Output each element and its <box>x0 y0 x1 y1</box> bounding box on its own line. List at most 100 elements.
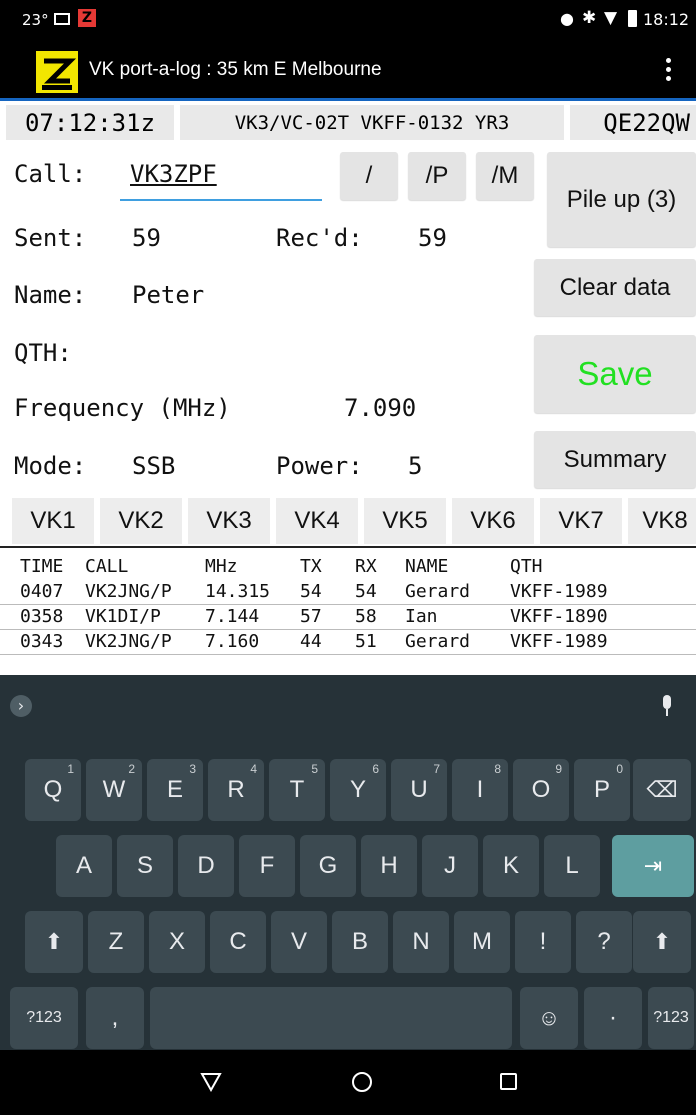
tab-vk4[interactable]: VK4 <box>276 498 358 544</box>
key-r[interactable]: R4 <box>208 759 264 821</box>
temperature: 23° <box>22 11 49 29</box>
name-value[interactable]: Peter <box>132 281 204 309</box>
key-hint: 9 <box>555 762 562 776</box>
key-j[interactable]: J <box>422 835 478 897</box>
tab-vk3[interactable]: VK3 <box>188 498 270 544</box>
key-hint: 1 <box>67 762 74 776</box>
key-z[interactable]: Z <box>88 911 144 973</box>
tab-vk6[interactable]: VK6 <box>452 498 534 544</box>
suffix-portable-button[interactable]: /P <box>408 152 466 200</box>
sent-value[interactable]: 59 <box>132 224 161 252</box>
status-bar: 23° Z ● ✱ ▼ 18:12 <box>0 0 696 40</box>
log-cell-tx: 54 <box>300 581 322 602</box>
suffix-mobile-button[interactable]: /M <box>476 152 534 200</box>
log-cell-qth: VKFF-1890 <box>510 606 608 627</box>
key-label: O <box>531 776 551 803</box>
app-bar: VK port-a-log : 35 km E Melbourne <box>0 40 696 98</box>
log-cell-name: Gerard <box>405 581 471 602</box>
key-k[interactable]: K <box>483 835 539 897</box>
header-mhz: MHz <box>205 556 238 577</box>
expand-suggestions-icon[interactable]: › <box>10 695 32 717</box>
key-g[interactable]: G <box>300 835 356 897</box>
tab-next-key[interactable]: ⇥ <box>612 835 694 897</box>
log-cell-time: 0358 <box>20 606 64 627</box>
key-d[interactable]: D <box>178 835 234 897</box>
suffix-slash-button[interactable]: / <box>340 152 398 200</box>
log-cell-call: VK2JNG/P <box>85 631 172 652</box>
key-label: E <box>166 776 183 803</box>
frequency-value[interactable]: 7.090 <box>344 394 416 422</box>
call-input[interactable]: VK3ZPF <box>120 153 322 201</box>
key-p[interactable]: P0 <box>574 759 630 821</box>
key-question[interactable]: ? <box>576 911 632 973</box>
key-u[interactable]: U7 <box>391 759 447 821</box>
key-hint: 8 <box>494 762 501 776</box>
emoji-icon[interactable]: ☺ <box>520 987 578 1049</box>
key-m[interactable]: M <box>454 911 510 973</box>
microphone-icon[interactable] <box>660 695 674 717</box>
key-y[interactable]: Y6 <box>330 759 386 821</box>
comma-key[interactable]: , <box>86 987 144 1049</box>
power-value[interactable]: 5 <box>408 452 422 480</box>
symbols-right-key[interactable]: ?123 <box>648 987 694 1049</box>
log-cell-qth: VKFF-1989 <box>510 581 608 602</box>
app-logo-icon <box>36 51 78 93</box>
summary-button[interactable]: Summary <box>534 431 696 488</box>
symbols-left-key[interactable]: ?123 <box>10 987 78 1049</box>
log-row[interactable]: 0358 VK1DI/P 7.144 57 58 Ian VKFF-1890 <box>0 605 696 630</box>
key-f[interactable]: F <box>239 835 295 897</box>
power-label: Power: <box>276 452 363 480</box>
key-l[interactable]: L <box>544 835 600 897</box>
wifi-icon: ▼ <box>604 8 618 28</box>
log-row[interactable]: 0407 VK2JNG/P 14.315 54 54 Gerard VKFF-1989 <box>0 580 696 605</box>
received-value[interactable]: 59 <box>418 224 447 252</box>
tab-vk2[interactable]: VK2 <box>100 498 182 544</box>
key-c[interactable]: C <box>210 911 266 973</box>
key-label: R <box>227 776 245 803</box>
key-i[interactable]: I8 <box>452 759 508 821</box>
key-x[interactable]: X <box>149 911 205 973</box>
mode-label: Mode: <box>14 452 87 480</box>
save-button[interactable]: Save <box>534 335 696 413</box>
soft-keyboard: › ⌫ ⇥ ⬆ ⬆ ?123 , ☺ · ?123 Q1W2E3R4T5Y6U7… <box>0 675 696 1050</box>
key-label: T <box>289 776 305 803</box>
log-row[interactable]: 0343 VK2JNG/P 7.160 44 51 Gerard VKFF-1989 <box>0 630 696 655</box>
clear-data-button[interactable]: Clear data <box>534 259 696 316</box>
shift-left-key[interactable]: ⬆ <box>25 911 83 973</box>
key-w[interactable]: W2 <box>86 759 142 821</box>
log-cell-call: VK1DI/P <box>85 606 161 627</box>
key-exclamation[interactable]: ! <box>515 911 571 973</box>
key-e[interactable]: E3 <box>147 759 203 821</box>
mode-value[interactable]: SSB <box>132 452 175 480</box>
recents-icon[interactable] <box>500 1073 517 1090</box>
tab-vk5[interactable]: VK5 <box>364 498 446 544</box>
tab-vk1[interactable]: VK1 <box>12 498 94 544</box>
mail-icon <box>54 13 70 25</box>
space-key[interactable] <box>150 987 512 1049</box>
key-b[interactable]: B <box>332 911 388 973</box>
station-reference: VK3/VC-02T VKFF-0132 YR3 <box>180 105 564 140</box>
log-cell-rx: 58 <box>355 606 377 627</box>
app-notification-icon: Z <box>78 9 96 27</box>
overflow-menu-icon[interactable] <box>660 58 676 84</box>
home-icon[interactable] <box>352 1072 372 1092</box>
shift-right-key[interactable]: ⬆ <box>633 911 691 973</box>
key-q[interactable]: Q1 <box>25 759 81 821</box>
key-n[interactable]: N <box>393 911 449 973</box>
period-key[interactable]: · <box>584 987 642 1049</box>
key-t[interactable]: T5 <box>269 759 325 821</box>
qth-label: QTH: <box>14 339 72 367</box>
tab-vk8[interactable]: VK8 <box>628 498 696 544</box>
key-a[interactable]: A <box>56 835 112 897</box>
backspace-key[interactable]: ⌫ <box>633 759 691 821</box>
key-v[interactable]: V <box>271 911 327 973</box>
key-o[interactable]: O9 <box>513 759 569 821</box>
back-icon[interactable] <box>200 1072 222 1092</box>
tab-vk7[interactable]: VK7 <box>540 498 622 544</box>
key-s[interactable]: S <box>117 835 173 897</box>
header-time: TIME <box>20 556 64 577</box>
navigation-bar <box>0 1050 696 1115</box>
log-cell-rx: 54 <box>355 581 377 602</box>
pile-up-button[interactable]: Pile up (3) <box>547 152 696 247</box>
key-h[interactable]: H <box>361 835 417 897</box>
